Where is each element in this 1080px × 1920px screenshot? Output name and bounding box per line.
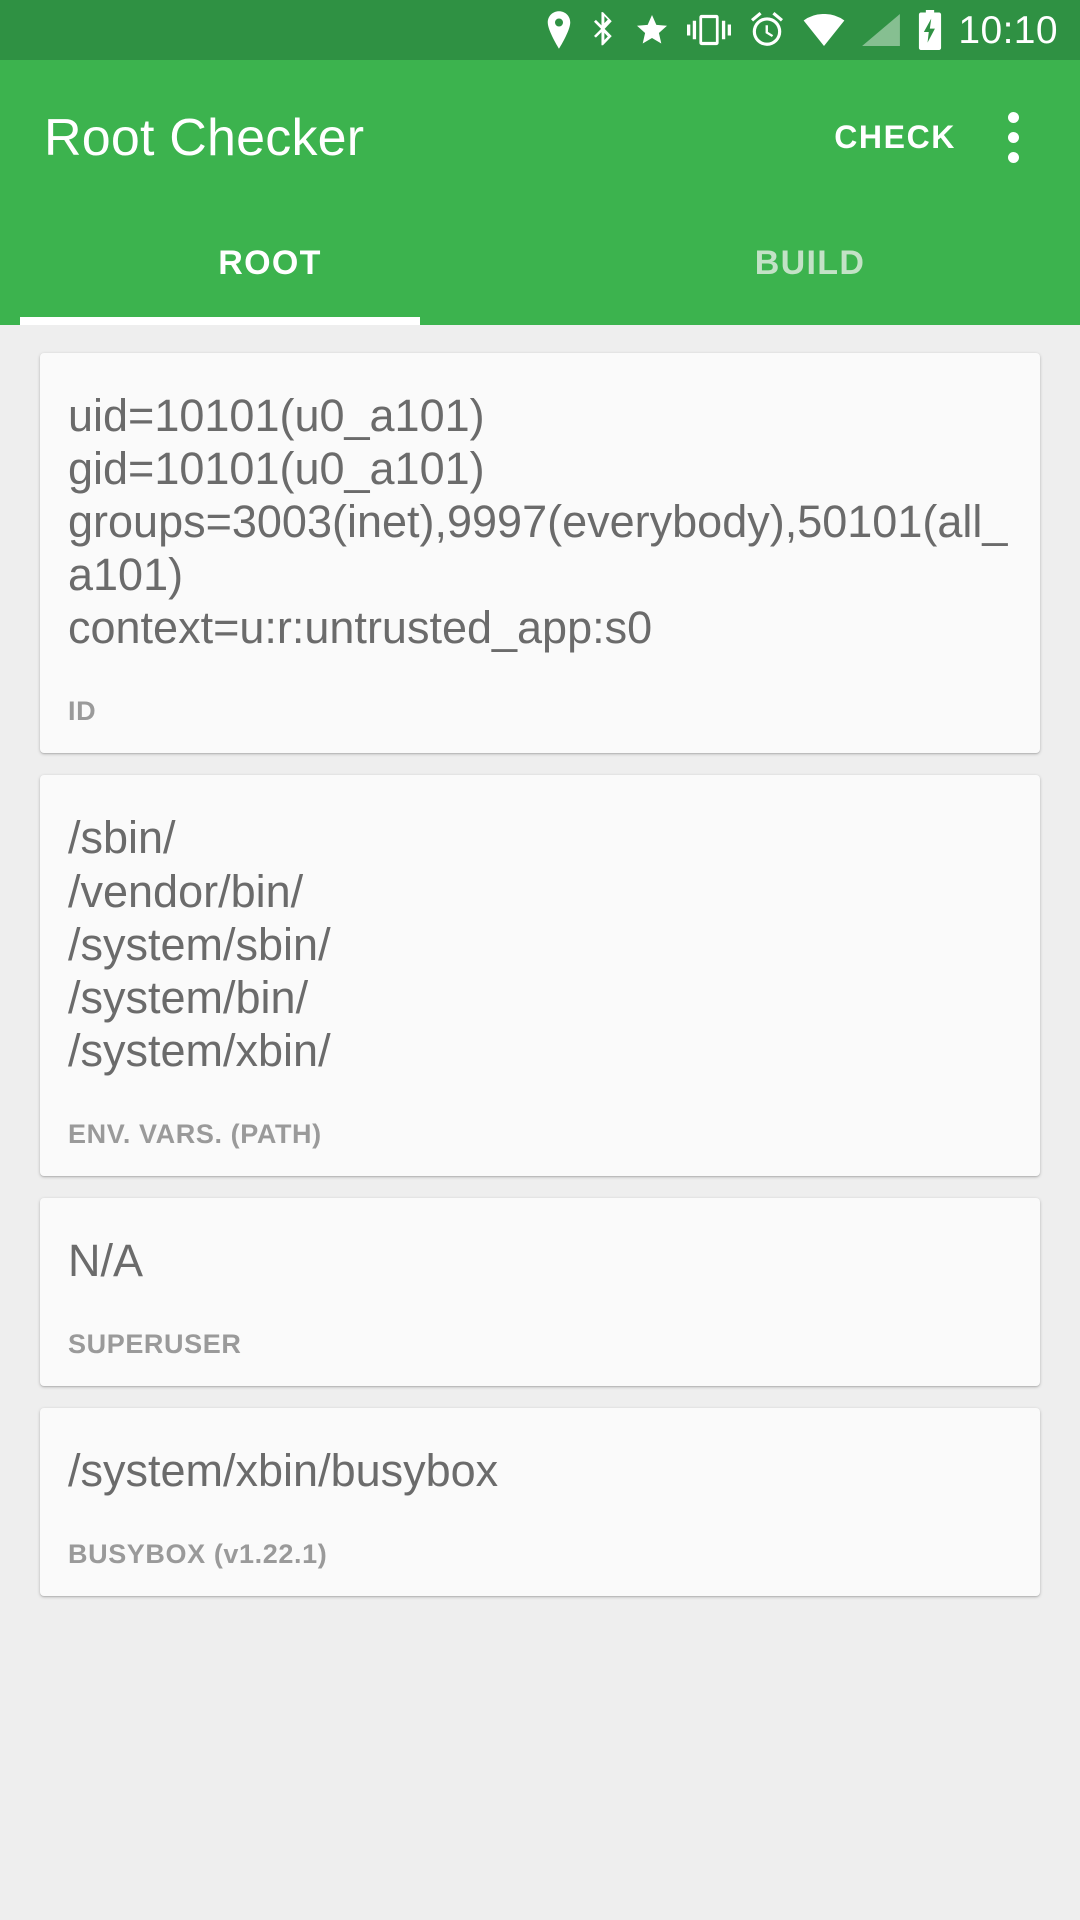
card-value: N/A [68, 1234, 144, 1286]
overflow-dot [1007, 112, 1019, 123]
tab-root[interactable]: ROOT [0, 215, 540, 325]
app-screen: 10:10 Root Checker CHECK ROOT BUILD uid=… [0, 0, 1080, 1920]
battery-charging-icon [917, 10, 943, 50]
card-label: BUSYBOX (v1.22.1) [68, 1539, 328, 1570]
tab-build[interactable]: BUILD [540, 215, 1080, 325]
overflow-dot [1007, 132, 1019, 143]
card-value: /system/xbin/busybox [68, 1445, 499, 1497]
wifi-icon [803, 14, 845, 46]
status-bar: 10:10 [0, 0, 1080, 60]
card-value: /sbin/ /vendor/bin/ /system/sbin/ /syste… [68, 812, 331, 1076]
status-bar-clock: 10:10 [958, 8, 1058, 52]
alarm-icon [748, 11, 786, 49]
location-icon [544, 11, 574, 49]
bluetooth-icon [591, 11, 617, 49]
overflow-dot [1007, 152, 1019, 163]
info-card-busybox[interactable]: /system/xbin/busybox BUSYBOX (v1.22.1) [40, 1408, 1040, 1597]
info-card-superuser[interactable]: N/A SUPERUSER [40, 1197, 1040, 1387]
card-label: ID [68, 696, 97, 727]
card-label: ENV. VARS. (PATH) [68, 1118, 322, 1149]
card-value: uid=10101(u0_a101) gid=10101(u0_a101) gr… [68, 390, 1008, 654]
vibrate-icon [687, 14, 732, 46]
tab-bar: ROOT BUILD [0, 215, 1080, 325]
signal-icon [862, 14, 901, 46]
root-info-list: uid=10101(u0_a101) gid=10101(u0_a101) gr… [0, 325, 1080, 1920]
status-icon-group [544, 10, 943, 50]
page-title: Root Checker [44, 108, 365, 167]
star-icon [634, 12, 670, 48]
info-card-id[interactable]: uid=10101(u0_a101) gid=10101(u0_a101) gr… [40, 353, 1040, 754]
overflow-menu-icon[interactable] [976, 101, 1050, 175]
check-button[interactable]: CHECK [814, 105, 976, 170]
card-label: SUPERUSER [68, 1329, 242, 1360]
info-card-env-vars[interactable]: /sbin/ /vendor/bin/ /system/sbin/ /syste… [40, 775, 1040, 1176]
app-bar: Root Checker CHECK [0, 60, 1080, 215]
tab-active-indicator [20, 317, 420, 325]
